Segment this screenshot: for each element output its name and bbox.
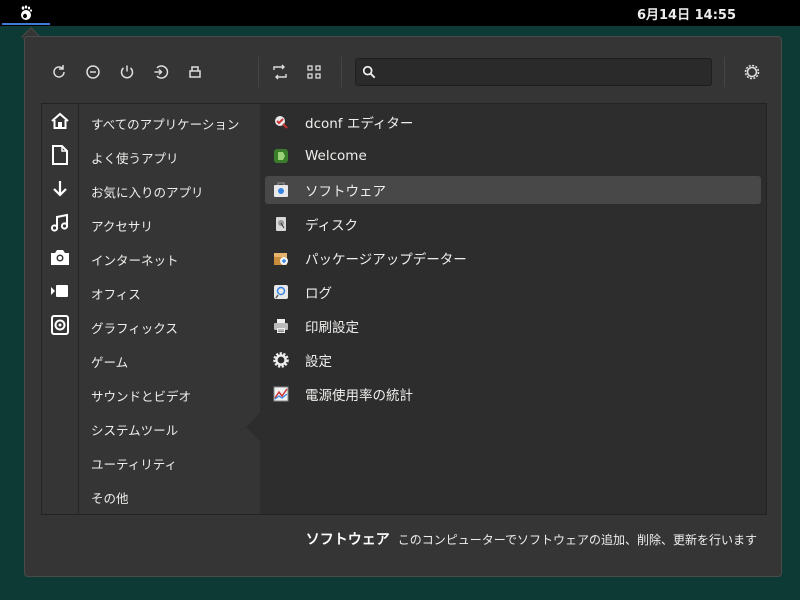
sidebar-videos[interactable] [49,280,71,302]
category-item[interactable]: すべてのアプリケーション [79,106,260,140]
home-icon [51,112,69,129]
power-stats-icon [273,386,289,402]
app-item[interactable]: ログ [265,278,761,306]
switch-view-icon [273,64,287,80]
software-icon [273,182,289,198]
settings-gear-icon [744,64,760,80]
category-item[interactable]: アクセサリ [79,208,260,242]
sidebar-misc[interactable] [49,314,71,336]
app-item[interactable]: ディスク [265,210,761,238]
sidebar-music[interactable] [49,212,71,234]
grid-view-button[interactable] [300,58,328,86]
category-item[interactable]: お気に入りのアプリ [79,174,260,208]
category-item[interactable]: サウンドとビデオ [79,378,260,412]
power-icon [120,65,134,79]
app-item[interactable]: 電源使用率の統計 [265,380,761,408]
category-list: すべてのアプリケーション よく使うアプリ お気に入りのアプリ アクセサリ インタ… [79,104,260,514]
category-item[interactable]: インターネット [79,242,260,276]
category-item[interactable]: グラフィックス [79,310,260,344]
camera-icon [51,250,69,265]
description-title: ソフトウェア [305,532,390,548]
app-label: パッケージアップデーター [305,252,467,268]
printer-icon [273,318,289,334]
disk-icon [273,216,289,232]
app-label: Welcome [305,148,367,164]
logout-icon [154,65,169,79]
package-updater-icon [273,250,289,266]
settings-icon [273,352,289,368]
logout-button[interactable] [147,58,175,86]
welcome-icon [273,148,289,164]
document-icon [52,145,68,165]
download-icon [53,181,67,197]
app-item[interactable]: パッケージアップデーター [265,244,761,272]
menu-settings-button[interactable] [738,58,766,86]
suspend-icon [189,66,201,78]
app-item[interactable]: 設定 [265,346,761,374]
power-button[interactable] [113,58,141,86]
log-icon [273,284,289,300]
app-item[interactable]: dconf エディター [265,108,761,136]
app-description: ソフトウェア このコンピューターでソフトウェアの追加、削除、更新を行います [306,529,757,549]
app-label: 電源使用率の統計 [305,388,413,404]
app-label: 印刷設定 [305,320,359,336]
app-label: ソフトウェア [305,184,386,200]
clock[interactable]: 6月14日 14:55 [0,0,800,26]
category-item[interactable]: ゲーム [79,344,260,378]
places-sidebar [42,104,79,514]
grid-view-icon [307,65,321,79]
toolbar-separator [724,57,725,87]
app-label: ディスク [305,218,359,234]
lock-button[interactable] [79,58,107,86]
applications-menu: すべてのアプリケーション よく使うアプリ お気に入りのアプリ アクセサリ インタ… [24,36,782,577]
dconf-icon [273,114,289,130]
suspend-button[interactable] [181,58,209,86]
app-item[interactable]: 印刷設定 [265,312,761,340]
toolbar-separator [341,57,342,87]
category-item[interactable]: オフィス [79,276,260,310]
sidebar-home[interactable] [49,110,71,132]
reload-button[interactable] [45,58,73,86]
switch-view-button[interactable] [266,58,294,86]
description-text: このコンピューターでソフトウェアの追加、削除、更新を行います [397,533,757,547]
search-icon [362,65,376,79]
toolbar-separator [258,57,259,87]
category-item[interactable]: ユーティリティ [79,446,260,480]
app-label: 設定 [305,354,332,370]
sidebar-documents[interactable] [49,144,71,166]
video-icon [51,285,68,297]
app-label: ログ [305,286,332,302]
category-item[interactable]: よく使うアプリ [79,140,260,174]
search-box[interactable] [355,58,712,86]
app-item[interactable]: Welcome [265,142,761,170]
lock-icon [86,65,100,79]
app-item-selected[interactable]: ソフトウェア [265,176,761,204]
sidebar-downloads[interactable] [49,178,71,200]
category-item-selected[interactable]: システムツール [79,412,260,446]
app-label: dconf エディター [305,116,414,132]
search-input[interactable] [382,60,711,84]
top-bar: 6月14日 14:55 [0,0,800,26]
reload-icon [53,65,65,78]
content-panel: すべてのアプリケーション よく使うアプリ お気に入りのアプリ アクセサリ インタ… [41,103,767,515]
picture-icon [51,315,69,335]
application-list: dconf エディター Welcome ソフトウェア ディスク パッケージアップ… [260,104,766,514]
music-icon [50,213,69,232]
sidebar-pictures[interactable] [49,246,71,268]
category-item[interactable]: その他 [79,480,260,514]
